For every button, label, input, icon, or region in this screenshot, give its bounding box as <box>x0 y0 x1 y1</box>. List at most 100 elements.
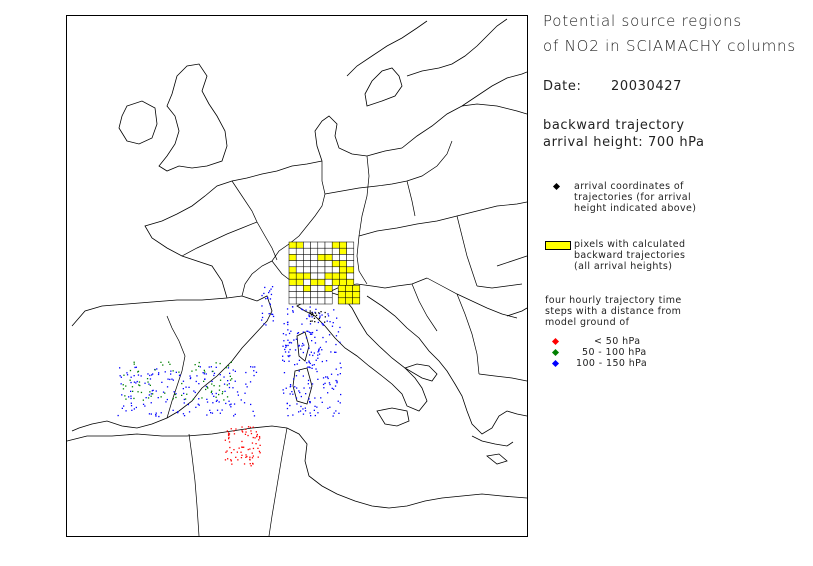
trajectory-point <box>133 361 135 363</box>
legend-step-3: 100 - 150 hPa <box>576 358 648 369</box>
trajectory-point <box>213 374 215 377</box>
trajectory-point <box>295 338 298 340</box>
trajectory-point <box>305 393 307 395</box>
trajectory-point <box>299 410 302 412</box>
trajectory-point <box>182 413 185 415</box>
trajectory-point <box>261 319 263 321</box>
trajectory-point <box>129 369 132 372</box>
grid-pixel <box>317 285 326 292</box>
trajectory-point <box>292 311 294 313</box>
grid-pixel <box>288 285 297 292</box>
trajectory-point <box>339 373 341 375</box>
trajectory-point <box>335 343 337 346</box>
grid-pixel <box>310 278 319 286</box>
grid-pixel <box>324 266 333 274</box>
grid-pixel <box>345 291 353 299</box>
trajectory-point <box>300 348 302 350</box>
trajectory-point <box>133 397 135 400</box>
trajectory-point <box>309 323 312 325</box>
trajectory-point <box>306 318 308 320</box>
trajectory-point <box>314 414 316 417</box>
trajectory-point <box>251 457 254 459</box>
trajectory-point <box>166 386 169 388</box>
trajectory-point <box>182 388 184 390</box>
trajectory-point <box>125 410 127 412</box>
trajectory-point <box>158 415 160 418</box>
trajectory-point <box>216 399 218 401</box>
grid-pixel <box>317 278 326 286</box>
grid-pixel <box>346 254 355 261</box>
trajectory-point <box>307 379 310 382</box>
trajectory-point <box>227 367 230 369</box>
trajectory-point <box>151 390 153 392</box>
trajectory-point <box>272 315 275 318</box>
trajectory-point <box>228 436 230 439</box>
trajectory-point <box>311 333 313 335</box>
trajectory-point <box>317 354 319 356</box>
trajectory-point <box>256 433 258 436</box>
trajectory-point <box>283 360 285 362</box>
trajectory-point <box>172 409 174 411</box>
trajectory-point <box>258 439 260 441</box>
trajectory-point <box>230 452 233 454</box>
grid-pixel <box>295 291 304 299</box>
grid-pixel <box>288 254 297 261</box>
date-value: 20030427 <box>611 79 682 94</box>
trajectory-point <box>298 344 300 347</box>
trajectory-point <box>263 292 265 295</box>
trajectory-point <box>158 372 160 374</box>
grid-pixel <box>324 254 333 261</box>
trajectory-point <box>302 342 304 345</box>
trajectory-point <box>184 398 187 400</box>
grid-pixel <box>317 254 326 261</box>
trajectory-point <box>285 334 287 336</box>
trajectory-point <box>309 312 312 314</box>
trajectory-point <box>330 351 332 353</box>
trajectory-point <box>318 348 320 350</box>
trajectory-point <box>250 403 252 406</box>
trajectory-point <box>315 359 317 361</box>
trajectory-point <box>325 341 327 343</box>
trajectory-point <box>229 446 231 449</box>
trajectory-point <box>316 370 318 373</box>
trajectory-point <box>339 402 341 404</box>
grid-pixel <box>295 297 304 305</box>
trajectory-point <box>317 378 319 380</box>
trajectory-point <box>215 396 217 398</box>
trajectory-point <box>203 373 205 375</box>
grid-pixel <box>331 247 340 255</box>
trajectory-point <box>252 410 254 412</box>
map-frame <box>66 15 528 537</box>
trajectory-point <box>210 366 212 368</box>
trajectory-point <box>224 439 226 441</box>
trajectory-point <box>323 387 325 389</box>
trajectory-point <box>287 323 289 326</box>
trajectory-point <box>223 399 225 401</box>
trajectory-point <box>268 291 270 294</box>
trajectory-point <box>228 434 230 437</box>
trajectory-point <box>308 347 310 349</box>
trajectory-point <box>250 430 252 432</box>
trajectory-point <box>311 320 313 322</box>
trajectory-point <box>171 378 173 380</box>
trajectory-point <box>310 351 312 353</box>
grid-pixel <box>339 247 347 255</box>
trajectory-point <box>245 431 247 433</box>
trajectory-point <box>249 448 251 450</box>
trajectory-point <box>318 353 321 355</box>
trajectory-point <box>303 344 305 346</box>
trajectory-point <box>165 401 167 403</box>
arrival-diamond-icon <box>552 182 561 191</box>
legend-arrival-line-1: arrival coordinates of <box>574 181 684 192</box>
trajectory-point <box>230 403 232 405</box>
trajectory-point <box>261 316 264 319</box>
grid-pixel <box>339 254 347 261</box>
grid-pixel <box>337 297 346 305</box>
trajectory-point <box>282 345 284 347</box>
trajectory-point <box>287 329 289 331</box>
trajectory-point <box>322 383 325 386</box>
trajectory-point <box>309 354 311 356</box>
trajectory-point <box>247 434 249 437</box>
trajectory-point <box>144 382 146 384</box>
trajectory-point <box>307 330 309 332</box>
